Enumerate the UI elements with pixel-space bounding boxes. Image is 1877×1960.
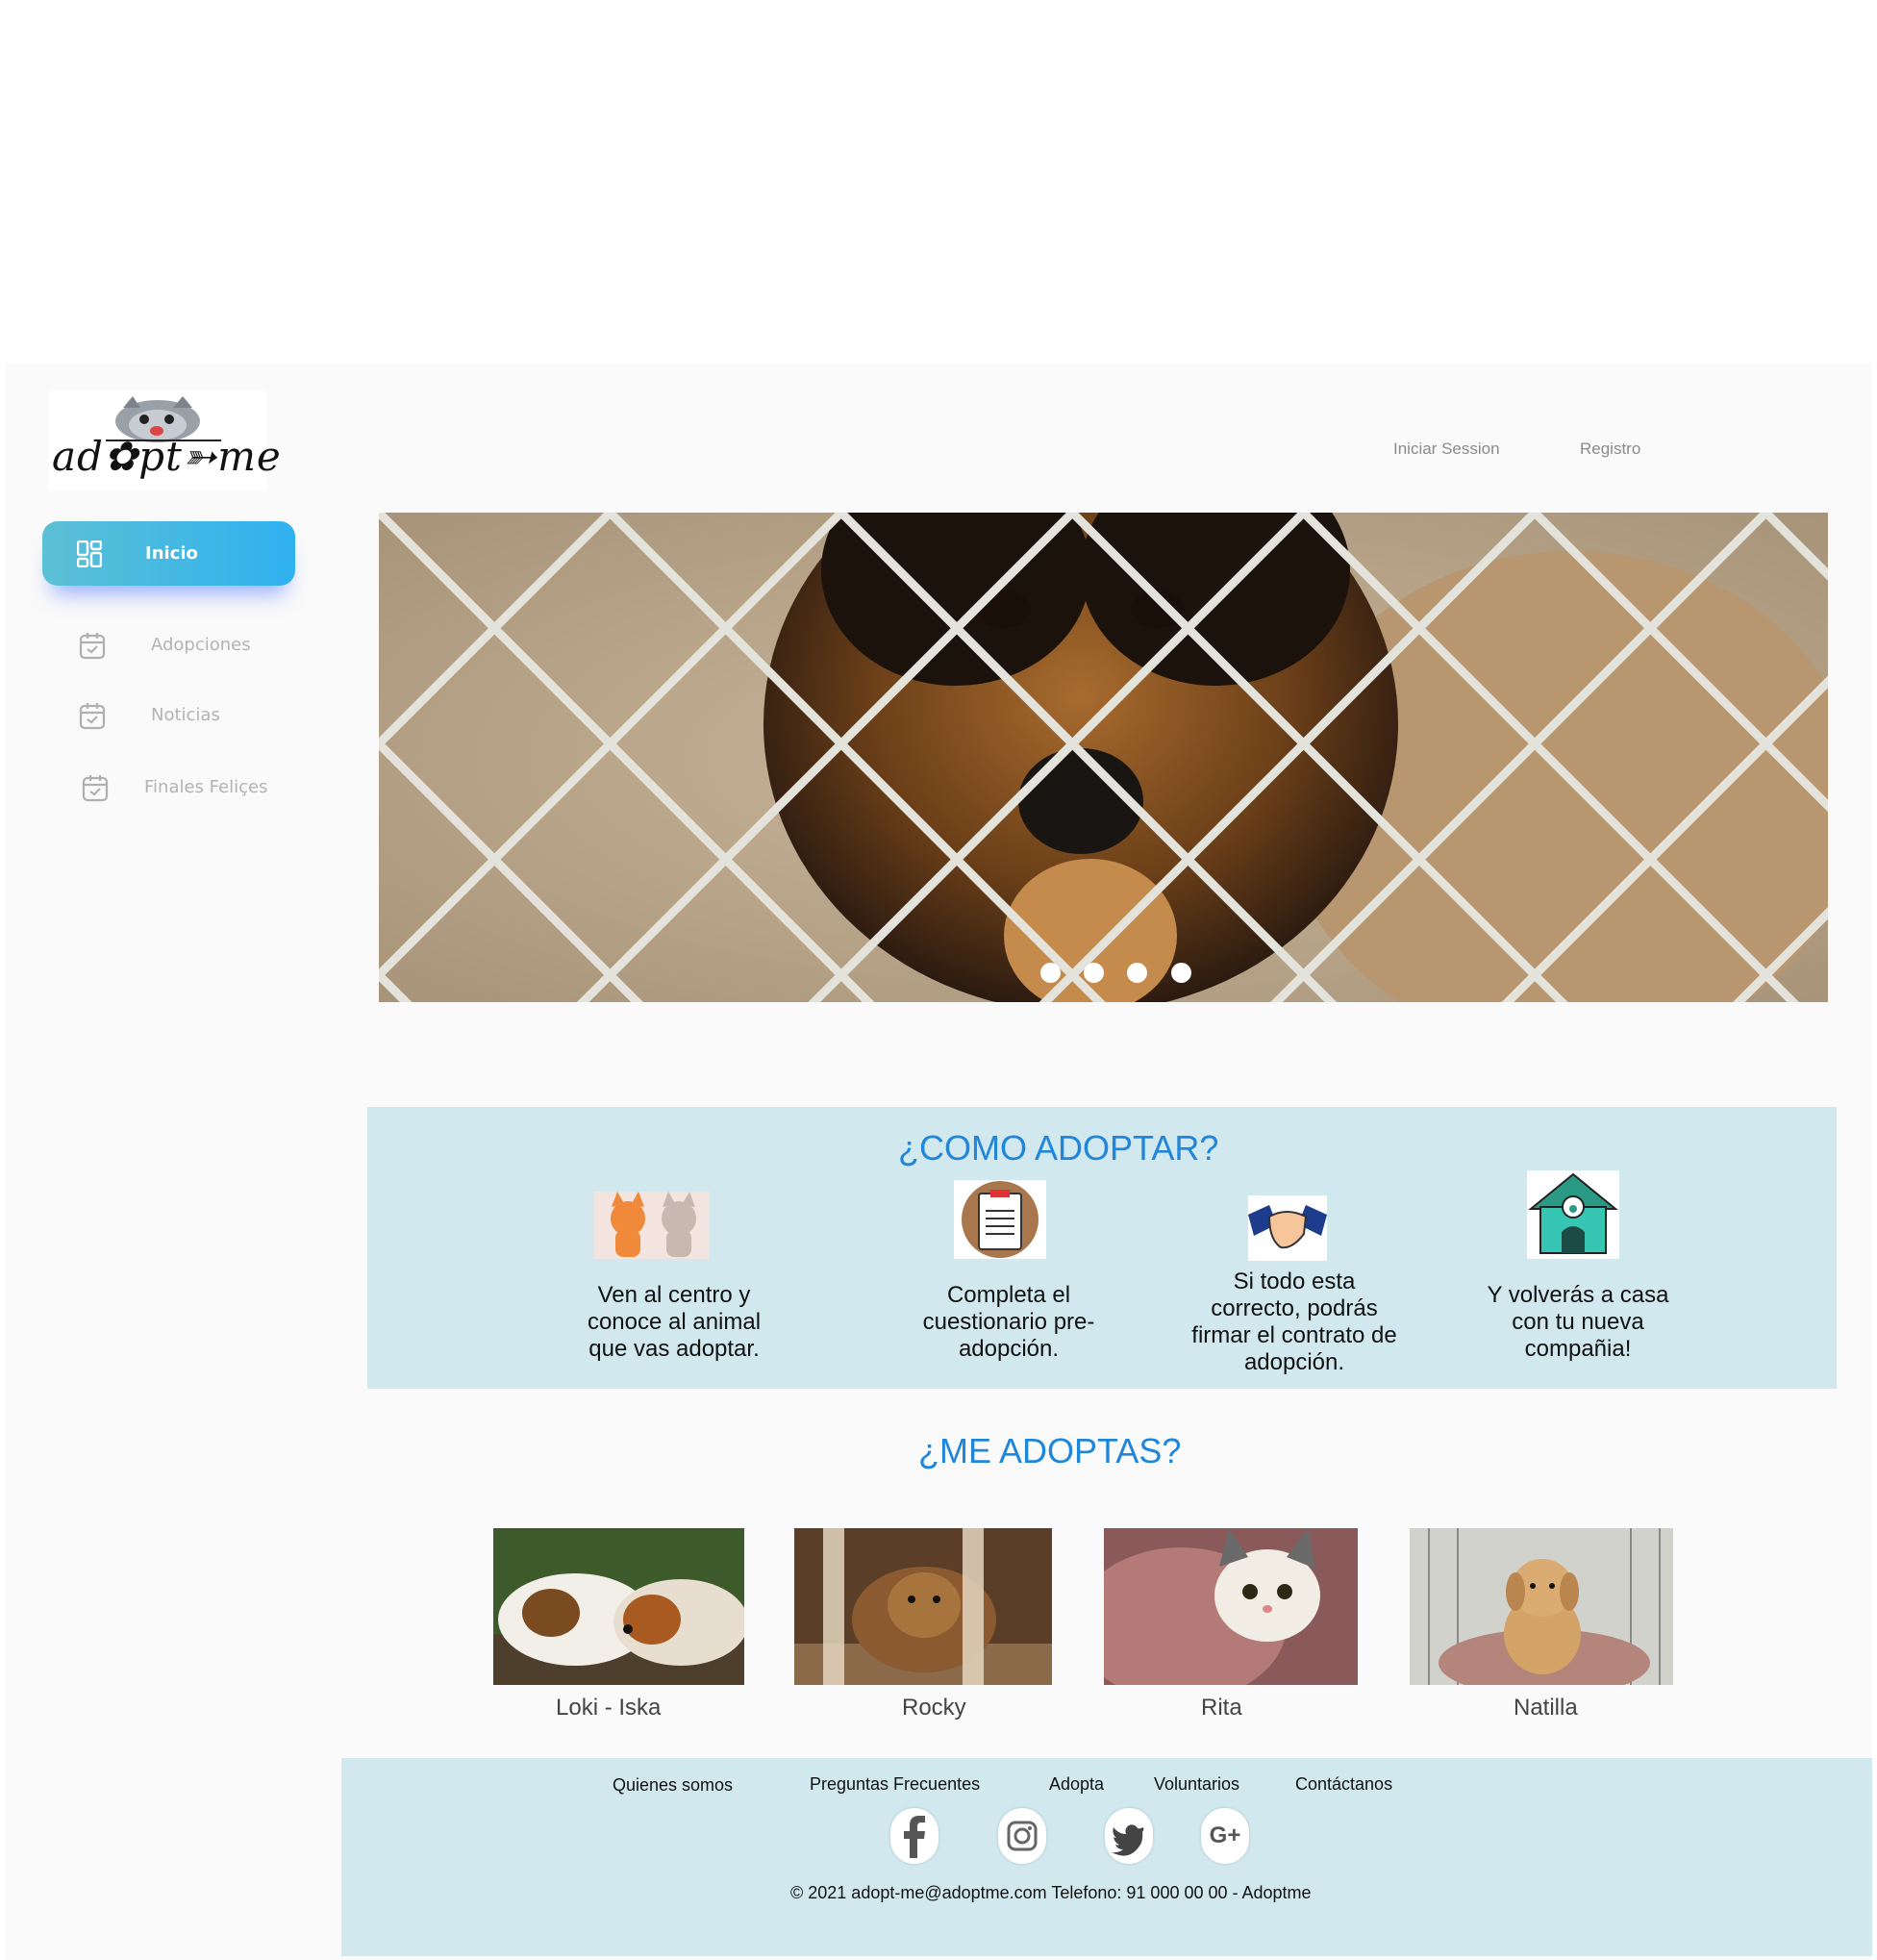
footer-link-contactanos[interactable]: Contáctanos <box>1295 1774 1392 1795</box>
sidebar <box>5 364 327 1960</box>
carousel-dot[interactable] <box>1084 963 1104 983</box>
nav-label: Finales Feliçes <box>144 777 268 797</box>
carousel-dot[interactable] <box>1171 963 1191 983</box>
carousel-dot[interactable] <box>1040 963 1061 983</box>
step-text: Y volverás a casa con tu nueva compañia! <box>1487 1282 1669 1362</box>
cat-dog-icon <box>594 1192 710 1264</box>
step-text: Ven al centro y conoce al animal que vas a… <box>587 1282 762 1362</box>
calendar-icon <box>79 631 106 665</box>
step-text: Completa el cuestionario pre-adopción. <box>922 1282 1095 1362</box>
dashboard-icon <box>76 540 103 572</box>
doghouse-icon <box>1527 1170 1619 1264</box>
pet-name: Natilla <box>1514 1695 1578 1721</box>
clipboard-icon <box>954 1180 1046 1264</box>
pet-card-rocky[interactable] <box>794 1528 1052 1685</box>
facebook-icon[interactable] <box>890 1808 938 1864</box>
copyright-text: © 2021 adopt-me@adoptme.com Telefono: 91… <box>790 1883 1312 1902</box>
footer-link-voluntarios[interactable]: Voluntarios <box>1154 1774 1239 1795</box>
twitter-icon[interactable] <box>1105 1808 1153 1864</box>
step-text: Si todo esta correcto, podrás firmar el co… <box>1191 1269 1397 1375</box>
pet-name: Loki - Iska <box>556 1695 662 1721</box>
login-link[interactable]: Iniciar Session <box>1393 440 1500 459</box>
nav-item-inicio[interactable]: Inicio <box>42 521 295 586</box>
dog-photo <box>794 1528 1052 1685</box>
puppy-photo <box>1410 1528 1673 1685</box>
handshake-icon <box>1248 1195 1327 1266</box>
nav-label: Adopciones <box>151 635 251 655</box>
carousel-dot[interactable] <box>1127 963 1147 983</box>
footer-link-faq[interactable]: Preguntas Frecuentes <box>810 1774 980 1795</box>
dog-behind-fence-image <box>379 513 1828 1002</box>
google-plus-icon[interactable]: G+ <box>1201 1808 1249 1864</box>
section-title: ¿COMO ADOPTAR? <box>898 1128 1219 1168</box>
register-link[interactable]: Registro <box>1580 440 1640 459</box>
nav-label: Noticias <box>151 705 220 725</box>
calendar-icon <box>82 773 109 807</box>
calendar-icon <box>79 701 106 735</box>
google-plus-text: G+ <box>1210 1822 1241 1848</box>
pets-section-title: ¿ME ADOPTAS? <box>918 1431 1182 1470</box>
cat-photo <box>1104 1528 1358 1685</box>
hero-carousel[interactable] <box>379 513 1828 1002</box>
footer-link-quienes-somos[interactable]: Quienes somos <box>613 1775 733 1796</box>
logo[interactable]: ad✿pt➳me <box>48 390 281 490</box>
pet-card-rita[interactable] <box>1104 1528 1358 1685</box>
pet-name: Rocky <box>902 1695 966 1721</box>
logo-text: ad✿pt➳me <box>52 433 282 480</box>
pet-name: Rita <box>1201 1695 1242 1721</box>
guinea-pigs-photo <box>493 1528 744 1685</box>
how-to-adopt-section: ¿COMO ADOPTAR? Ven al centro y conoce al… <box>367 1107 1837 1389</box>
pet-card-natilla[interactable] <box>1410 1528 1673 1685</box>
pet-card-loki-iska[interactable] <box>493 1528 744 1685</box>
nav-label: Inicio <box>145 543 198 564</box>
instagram-icon[interactable] <box>998 1808 1046 1864</box>
footer-link-adopta[interactable]: Adopta <box>1049 1774 1104 1795</box>
